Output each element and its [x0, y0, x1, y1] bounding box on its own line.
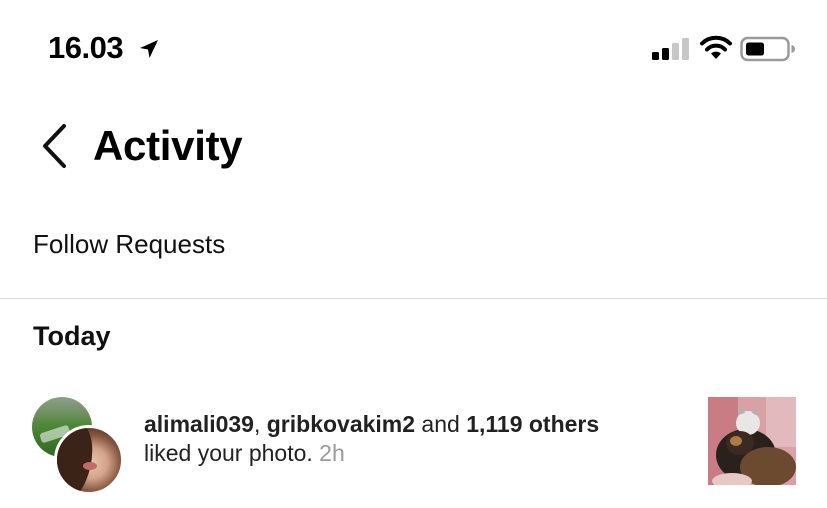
battery-icon	[740, 36, 795, 62]
cellular-signal-icon	[652, 38, 689, 60]
others-link[interactable]: 1,119 others	[466, 411, 599, 437]
follow-requests-row[interactable]: Follow Requests	[0, 212, 827, 276]
action-text: liked your photo.	[144, 440, 313, 466]
status-bar: 16.03	[0, 0, 827, 95]
page-title: Activity	[93, 122, 243, 169]
back-button[interactable]	[32, 120, 76, 172]
post-thumbnail[interactable]	[708, 397, 796, 485]
conjunction-text: and	[415, 411, 467, 437]
header: Activity	[0, 100, 827, 192]
separator-text: ,	[253, 411, 267, 437]
avatar[interactable]	[54, 425, 124, 495]
notification-text: alimali039, gribkovakim2 and 1,119 other…	[144, 410, 684, 468]
notification-item[interactable]: alimali039, gribkovakim2 and 1,119 other…	[0, 392, 827, 495]
chevron-left-icon	[43, 124, 66, 168]
wifi-icon	[700, 35, 732, 59]
status-time: 16.03	[48, 30, 124, 65]
section-heading-today: Today	[33, 321, 111, 351]
divider	[0, 298, 827, 299]
username-link[interactable]: alimali039	[144, 411, 254, 437]
follow-requests-label: Follow Requests	[33, 229, 226, 259]
cat-photo-image	[708, 397, 796, 485]
timestamp: 2h	[319, 440, 345, 466]
location-arrow-icon	[140, 40, 158, 58]
avatar-stack[interactable]	[32, 397, 124, 495]
username-link[interactable]: gribkovakim2	[267, 411, 415, 437]
